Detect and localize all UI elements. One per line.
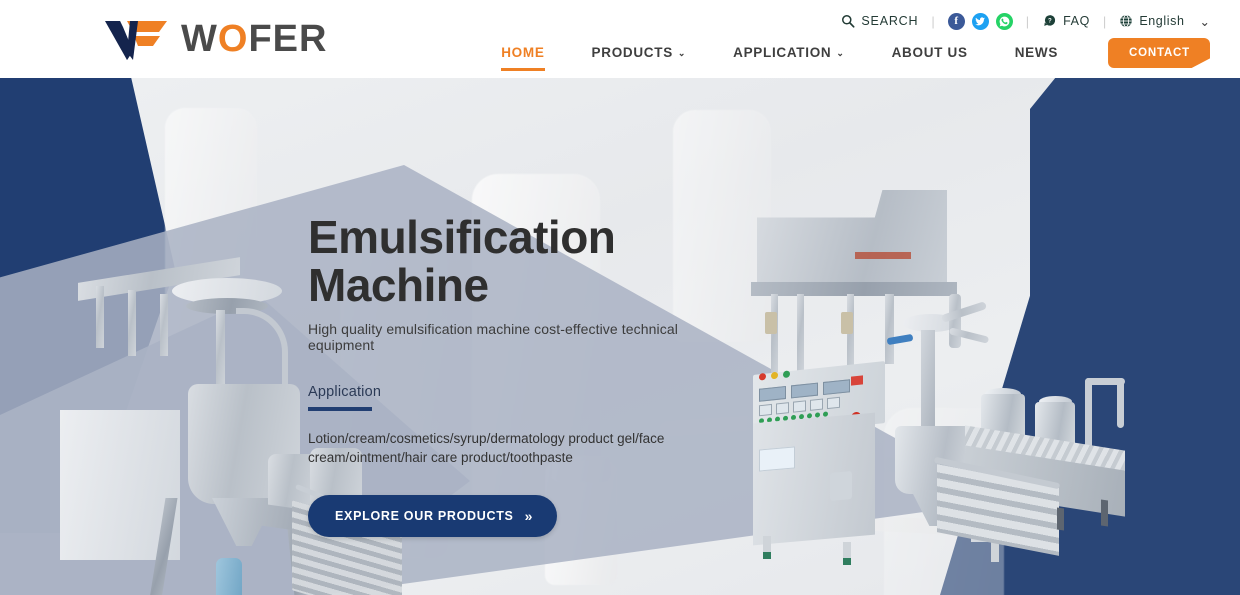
machine-center-nameplate xyxy=(759,446,795,472)
separator-2: | xyxy=(1025,13,1030,29)
question-bubble-icon: ? xyxy=(1044,14,1056,26)
hero-banner: Emulsification Machine High quality emul… xyxy=(0,78,1240,595)
logo-text-post: FER xyxy=(248,18,328,60)
machine-center-crossbar xyxy=(751,282,957,296)
stainless-tank-platform-right xyxy=(933,378,1215,595)
language-selector[interactable]: English ⌄ xyxy=(1119,14,1210,29)
control-panel-button-4 xyxy=(810,398,823,411)
wofer-vf-logo-icon xyxy=(105,21,167,60)
explore-products-button[interactable]: EXPLORE OUR PRODUCTS » xyxy=(308,494,558,537)
control-panel-red-switch xyxy=(851,375,863,386)
machine-center-column-4 xyxy=(885,294,894,364)
machine-left-column-2 xyxy=(128,290,136,356)
nav-label-application: APPLICATION xyxy=(733,44,832,60)
application-description: Lotion/cream/cosmetics/syrup/dermatology… xyxy=(308,430,665,466)
platform-leg-1 xyxy=(1101,499,1108,527)
control-panel-button-1 xyxy=(759,403,772,417)
language-label: English xyxy=(1139,14,1185,28)
nav-item-products[interactable]: PRODUCTS ⌄ xyxy=(592,45,687,62)
site-header: WOFER SEARCH | f | ? FAQ | English ⌄ HOM… xyxy=(0,0,1240,78)
application-label: Application xyxy=(308,383,382,400)
control-panel-button-5 xyxy=(827,396,840,410)
whatsapp-phone-icon xyxy=(999,16,1010,26)
platform-leg-2 xyxy=(1057,507,1064,531)
machine-center-hood xyxy=(757,190,947,288)
nav-item-news[interactable]: NEWS xyxy=(1015,45,1058,62)
nav-label-products: PRODUCTS xyxy=(591,44,673,60)
indicator-light-green xyxy=(783,370,790,379)
machine-left-shaft xyxy=(216,310,225,390)
machine-center-foot-pad-2 xyxy=(843,558,851,565)
separator-1: | xyxy=(931,13,935,29)
main-navigation: HOME PRODUCTS ⌄ APPLICATION ⌄ ABOUT US N… xyxy=(501,38,1210,71)
machine-left-column-3 xyxy=(160,294,168,356)
nav-item-application[interactable]: APPLICATION ⌄ xyxy=(733,45,844,62)
logo-text-o: O xyxy=(217,18,249,60)
whatsapp-icon[interactable] xyxy=(995,12,1013,30)
social-links: f xyxy=(947,12,1013,30)
nav-item-about-us[interactable]: ABOUT US xyxy=(892,45,968,62)
search-label: SEARCH xyxy=(861,14,919,28)
machine-left-pipe xyxy=(236,308,288,386)
faq-label: FAQ xyxy=(1063,14,1090,28)
contact-button[interactable]: CONTACT xyxy=(1108,38,1210,68)
faq-link[interactable]: ? FAQ xyxy=(1042,14,1090,29)
utility-bar: SEARCH | f | ? FAQ | English ⌄ xyxy=(841,11,1210,31)
search-button[interactable]: SEARCH xyxy=(841,14,918,28)
platform-handrail-vertical-2 xyxy=(1117,378,1124,428)
explore-products-label: EXPLORE OUR PRODUCTS xyxy=(335,508,514,523)
machine-center-hanger-1 xyxy=(765,312,777,334)
search-icon xyxy=(842,15,855,28)
hero-subtitle: High quality emulsification machine cost… xyxy=(308,320,678,353)
machine-center-dial-box xyxy=(830,471,852,501)
machine-left-blue-bottle xyxy=(216,558,242,595)
machine-center-column-1 xyxy=(771,294,778,374)
machine-center-column-3 xyxy=(847,294,854,374)
separator-3: | xyxy=(1102,13,1107,29)
site-logo[interactable]: WOFER xyxy=(103,18,327,60)
logo-text-pre: W xyxy=(181,18,218,60)
chevron-down-icon: ⌄ xyxy=(836,47,845,58)
machine-center-foot-pad-1 xyxy=(763,552,771,559)
machine-center-valve xyxy=(949,294,961,348)
facebook-icon[interactable]: f xyxy=(947,12,965,30)
twitter-bird-icon xyxy=(975,16,986,25)
hero-content: Emulsification Machine High quality emul… xyxy=(308,213,748,537)
nav-label-home: HOME xyxy=(501,44,545,60)
chevron-down-icon: ⌄ xyxy=(1199,14,1210,29)
svg-text:?: ? xyxy=(1048,17,1052,24)
nav-label-news: NEWS xyxy=(1014,44,1059,60)
globe-icon xyxy=(1120,14,1133,28)
control-panel-button-3 xyxy=(793,400,806,413)
machine-center-hanger-2 xyxy=(841,312,853,334)
application-block: Application Lotion/cream/cosmetics/syrup… xyxy=(308,384,748,468)
machine-center-hood-label xyxy=(855,252,911,259)
machine-center-arm-1 xyxy=(940,301,988,323)
control-panel-button-2 xyxy=(776,402,789,415)
indicator-light-red xyxy=(759,372,766,381)
machine-center-mixer-shaft xyxy=(921,330,935,440)
twitter-icon[interactable] xyxy=(971,12,989,30)
page-root: WOFER SEARCH | f | ? FAQ | English ⌄ HOM… xyxy=(0,0,1240,595)
nav-label-about-us: ABOUT US xyxy=(891,44,968,60)
machine-center-cabinet xyxy=(753,412,875,546)
nav-item-home[interactable]: HOME xyxy=(501,44,545,71)
machine-center-column-2 xyxy=(797,294,804,374)
logo-wordmark: WOFER xyxy=(181,20,327,58)
chevron-down-icon: ⌄ xyxy=(677,47,687,58)
machine-left-column-1 xyxy=(96,286,104,348)
double-chevron-right-icon: » xyxy=(524,507,533,524)
application-underline xyxy=(308,406,372,411)
indicator-light-yellow xyxy=(771,371,778,380)
hero-title: Emulsification Machine xyxy=(308,211,616,312)
